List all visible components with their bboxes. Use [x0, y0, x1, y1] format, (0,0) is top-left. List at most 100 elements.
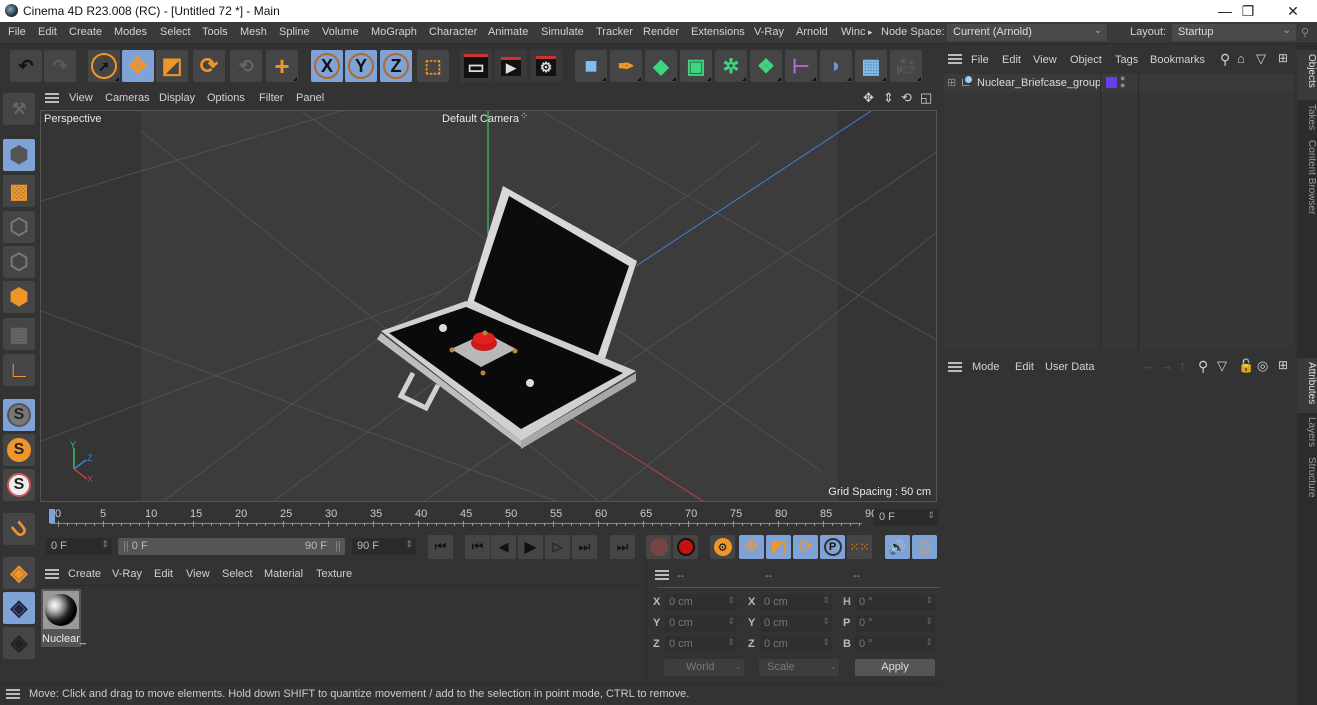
menu-overflow-arrow-icon[interactable]: ▸ [868, 27, 873, 38]
apply-button[interactable]: Apply [855, 659, 935, 676]
menu-simulate[interactable]: Simulate [541, 26, 584, 38]
rotate-key-button[interactable]: ⟳ [793, 535, 818, 559]
search-icon[interactable]: ⚲ [1220, 51, 1230, 68]
undo-button[interactable]: ↶ [10, 50, 42, 82]
material-menu-material[interactable]: Material [264, 568, 303, 580]
cloner-button[interactable]: ✲ [715, 50, 747, 82]
material-menu-vray[interactable]: V-Ray [112, 568, 142, 580]
extrude-button[interactable]: ▣ [680, 50, 712, 82]
tab-objects[interactable]: Objects [1297, 50, 1317, 100]
spinner-icon[interactable]: ⇕ [822, 637, 830, 648]
viewport-menu-view[interactable]: View [69, 92, 93, 104]
viewport-menu-cameras[interactable]: Cameras [105, 92, 150, 104]
sound-button[interactable]: 🔊 [885, 535, 910, 559]
menu-character[interactable]: Character [429, 26, 477, 38]
menu-create[interactable]: Create [69, 26, 102, 38]
spinner-icon[interactable]: ⇕ [927, 510, 935, 521]
spinner-icon[interactable]: ⇕ [925, 595, 933, 606]
lock-icon[interactable]: 🔓 [1238, 358, 1254, 374]
visibility-dots-icon[interactable]: ● ● [1120, 74, 1125, 90]
object-menu-icon[interactable] [948, 54, 962, 64]
tab-layers[interactable]: Layers [1297, 413, 1317, 453]
pos-z-field[interactable]: 0 cm ⇕ [665, 636, 737, 653]
bend-button[interactable]: ◗ [820, 50, 852, 82]
viewport-menu-icon[interactable] [45, 93, 59, 103]
new-window-icon[interactable]: ⊞ [1278, 51, 1288, 65]
coordinate-system-button[interactable]: ⬚ [417, 50, 449, 82]
object-name[interactable]: Nuclear_Briefcase_group [977, 77, 1101, 89]
status-menu-icon[interactable] [6, 689, 20, 699]
rot-b-field[interactable]: 0 ° ⇕ [855, 636, 935, 653]
object-menu-view[interactable]: View [1033, 54, 1057, 66]
range-end-handle[interactable]: || [335, 540, 341, 552]
target-icon[interactable]: ◎ [1257, 358, 1268, 374]
rotate-tool-button[interactable]: ⟳ [193, 50, 225, 82]
viewport-menu-filter[interactable]: Filter [259, 92, 283, 104]
material-menu-edit[interactable]: Edit [154, 568, 173, 580]
solo-hierarchy-button[interactable]: S [3, 469, 35, 501]
node-space-dropdown[interactable]: Current (Arnold) ⌄ [947, 24, 1107, 41]
tab-takes[interactable]: Takes [1297, 100, 1317, 136]
menu-render[interactable]: Render [643, 26, 679, 38]
mograph-array-button[interactable]: ❖ [750, 50, 782, 82]
axis-mode-button[interactable]: ∟ [3, 354, 35, 386]
spinner-icon[interactable]: ⇕ [101, 539, 109, 550]
scale-key-button[interactable]: ◩ [766, 535, 791, 559]
points-mode-button[interactable]: ⬡ [3, 211, 35, 243]
size-x-field[interactable]: 0 cm ⇕ [760, 594, 832, 611]
viewport-menu-panel[interactable]: Panel [296, 92, 324, 104]
pos-x-field[interactable]: 0 cm ⇕ [665, 594, 737, 611]
back-arrow-icon[interactable]: ← [1142, 358, 1155, 373]
object-menu-bookmarks[interactable]: Bookmarks [1150, 54, 1212, 66]
make-editable-button[interactable]: ⚒ [3, 93, 35, 125]
tab-attributes[interactable]: Attributes [1297, 358, 1317, 413]
layer-color-swatch[interactable] [1106, 77, 1117, 88]
attribute-menu-edit[interactable]: Edit [1015, 361, 1034, 373]
rot-h-field[interactable]: 0 ° ⇕ [855, 594, 935, 611]
size-y-field[interactable]: 0 cm ⇕ [760, 615, 832, 632]
material-menu-create[interactable]: Create [68, 568, 101, 580]
pan-view-icon[interactable]: ✥ [863, 90, 874, 106]
restore-button[interactable]: ❐ [1225, 1, 1271, 21]
rotate-view-icon[interactable]: ⟲ [901, 90, 912, 106]
object-menu-edit[interactable]: Edit [1002, 54, 1021, 66]
next-frame-button[interactable]: ▷ [545, 535, 570, 559]
live-selection-button[interactable]: ➚ [88, 50, 120, 82]
menu-window[interactable]: Winc [841, 26, 865, 38]
menu-vray[interactable]: V-Ray [754, 26, 784, 38]
render-view-button[interactable]: ▶ [495, 50, 527, 82]
new-window-icon[interactable]: ⊞ [1278, 358, 1288, 372]
spinner-icon[interactable]: ⇕ [822, 616, 830, 627]
coordinate-space-dropdown[interactable]: World ⌄ [664, 659, 744, 676]
menu-modes[interactable]: Modes [114, 26, 147, 38]
tab-structure[interactable]: Structure [1297, 453, 1317, 513]
spinner-icon[interactable]: ⇕ [727, 616, 735, 627]
pen-button[interactable]: ✒ [610, 50, 642, 82]
render-settings-button[interactable]: ⚙ [530, 50, 562, 82]
create-tool-button[interactable]: + [266, 50, 298, 82]
model-mode-button[interactable]: ⬢ [3, 139, 35, 171]
spinner-icon[interactable]: ⇕ [727, 595, 735, 606]
solo-single-button[interactable]: S [3, 434, 35, 466]
rot-p-field[interactable]: 0 ° ⇕ [855, 615, 935, 632]
home-icon[interactable]: ⌂ [1237, 51, 1245, 66]
material-menu-icon[interactable] [45, 569, 59, 579]
menu-select[interactable]: Select [160, 26, 191, 38]
workplane-button[interactable]: ◈ [3, 557, 35, 589]
material-menu-select[interactable]: Select [222, 568, 253, 580]
tab-content-browser[interactable]: Content Browser [1297, 136, 1317, 226]
record-active-objects-button[interactable] [646, 535, 671, 559]
previous-key-button[interactable]: ⏮ [465, 535, 490, 559]
spinner-icon[interactable]: ⇕ [822, 595, 830, 606]
search-icon[interactable]: ⚲ [1198, 358, 1208, 375]
close-button[interactable]: ✕ [1270, 1, 1316, 21]
next-key-button[interactable]: ⏭ [572, 535, 597, 559]
camera-label[interactable]: Default Camera [442, 113, 519, 125]
attribute-menu-user-data[interactable]: User Data [1045, 361, 1095, 373]
param-key-button[interactable]: P [820, 535, 845, 559]
spinner-icon[interactable]: ⇕ [925, 616, 933, 627]
menu-mograph[interactable]: MoGraph [371, 26, 417, 38]
go-to-start-button[interactable]: ⏮ [428, 535, 453, 559]
keyframe-selection-button[interactable]: ⚙ [710, 535, 735, 559]
pos-y-field[interactable]: 0 cm ⇕ [665, 615, 737, 632]
